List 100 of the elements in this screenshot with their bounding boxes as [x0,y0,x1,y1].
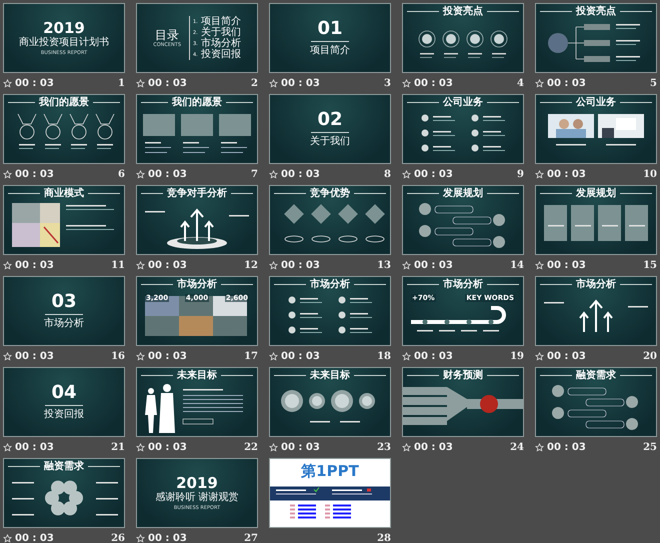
slide-title: 未来目标 [177,370,217,382]
slide-thumbnail[interactable]: 第1PPT [269,458,391,528]
slide-timing: 00 : 03 [281,169,320,180]
slide-thumbnail[interactable]: 商业模式 [3,185,125,255]
star-icon[interactable] [269,261,278,270]
slide-thumbnail[interactable]: 竞争优势 [269,185,391,255]
slide-timing: 00 : 03 [281,351,320,362]
slide-thumbnail[interactable]: 03 市场分析 [3,276,125,346]
slide-timing: 00 : 03 [148,169,187,180]
slide-timing: 00 : 03 [281,442,320,453]
slide-number: 4 [517,78,524,89]
star-icon[interactable] [3,534,12,543]
slide-title: 市场分析 [576,278,616,290]
star-icon[interactable] [269,443,278,452]
star-icon[interactable] [3,443,12,452]
slide-number: 7 [251,169,258,180]
slide-thumbnail[interactable]: 市场分析 [269,276,391,346]
slide-year: 2019 [176,476,218,490]
slide-timing: 00 : 03 [15,533,54,543]
slide-number: 17 [244,351,258,362]
slide-timing: 00 : 03 [547,169,586,180]
slide-thumbnail[interactable]: 01 项目简介 [269,3,391,73]
star-icon[interactable] [402,352,411,361]
slide-number: 24 [510,442,524,453]
slide-title: 财务预测 [443,370,483,382]
slide-thumbnail[interactable]: 投资亮点 [535,3,657,73]
star-icon[interactable] [535,261,544,270]
slide-number: 21 [111,442,125,453]
section-number: 02 [317,110,343,128]
slide-number: 9 [517,169,524,180]
star-icon[interactable] [136,534,145,543]
slide-title: 感谢聆听 谢谢观赏 [155,492,239,504]
slide-thumbnail[interactable]: 市场分析 [535,276,657,346]
section-number: 03 [51,292,77,310]
star-icon[interactable] [402,261,411,270]
slide-year: 2019 [43,20,85,36]
slide-number: 11 [111,260,125,271]
star-icon[interactable] [136,170,145,179]
slide-thumbnail[interactable]: 未来目标 [136,367,258,437]
star-icon[interactable] [535,170,544,179]
slide-title: 竞争优势 [310,188,350,200]
slide-thumbnail[interactable]: 竞争对手分析 [136,185,258,255]
slide-thumbnail[interactable]: 财务预测 [402,367,524,437]
star-icon[interactable] [3,170,12,179]
star-icon[interactable] [136,261,145,270]
slide-number: 12 [244,260,258,271]
star-icon[interactable] [269,170,278,179]
slide-timing: 00 : 03 [414,169,453,180]
slide-thumbnail[interactable]: 公司业务 [402,94,524,164]
section-title: 市场分析 [44,318,84,330]
star-icon[interactable] [136,79,145,88]
slide-timing: 00 : 03 [414,260,453,271]
slide-timing: 00 : 03 [15,442,54,453]
star-icon[interactable] [3,352,12,361]
star-icon[interactable] [269,79,278,88]
star-icon[interactable] [402,443,411,452]
star-icon[interactable] [3,79,12,88]
star-icon[interactable] [3,261,12,270]
slide-thumbnail[interactable]: 04 投资回报 [3,367,125,437]
slide-thumbnail[interactable]: 发展规划 [535,185,657,255]
contents-item: 投资回报 [200,49,241,60]
slide-thumbnail[interactable]: 我们的愿景 [136,94,258,164]
slide-timing: 00 : 03 [547,351,586,362]
star-icon[interactable] [136,352,145,361]
slide-thumbnail[interactable]: 我们的愿景 [3,94,125,164]
slide-number: 22 [244,442,258,453]
contents-item: 关于我们 [200,27,241,38]
slide-timing: 00 : 03 [148,442,187,453]
star-icon[interactable] [535,79,544,88]
slide-title: 市场分析 [443,278,483,290]
slide-thumbnail[interactable]: 融资需求 [3,458,125,528]
slide-title: 我们的愿景 [172,96,222,108]
slide-thumbnail[interactable]: 融资需求 [535,367,657,437]
slide-thumbnail[interactable]: 未来目标 [269,367,391,437]
slide-thumbnail[interactable]: 02 关于我们 [269,94,391,164]
star-icon[interactable] [535,443,544,452]
slide-number: 10 [643,169,657,180]
slide-timing: 00 : 03 [414,351,453,362]
section-number: 04 [51,384,77,402]
slide-title: 目录 [155,28,180,42]
slide-number: 2 [251,78,258,89]
section-number: 01 [317,20,343,38]
slide-thumbnail[interactable]: 发展规划 [402,185,524,255]
star-icon[interactable] [269,352,278,361]
slide-number: 23 [377,442,391,453]
slide-timing: 00 : 03 [414,442,453,453]
slide-number: 6 [118,169,125,180]
slide-number: 8 [384,169,391,180]
star-icon[interactable] [136,443,145,452]
slide-timing: 00 : 03 [148,351,187,362]
slide-timing: 00 : 03 [15,260,54,271]
star-icon[interactable] [535,352,544,361]
star-icon[interactable] [402,79,411,88]
contents-item: 市场分析 [200,38,241,49]
slide-thumbnail[interactable]: 投资亮点 [402,3,524,73]
contents-item: 项目简介 [200,16,241,27]
star-icon[interactable] [402,170,411,179]
slide-thumbnail[interactable]: 公司业务 [535,94,657,164]
slide-title: 发展规划 [443,188,483,200]
section-title: 关于我们 [310,136,350,148]
